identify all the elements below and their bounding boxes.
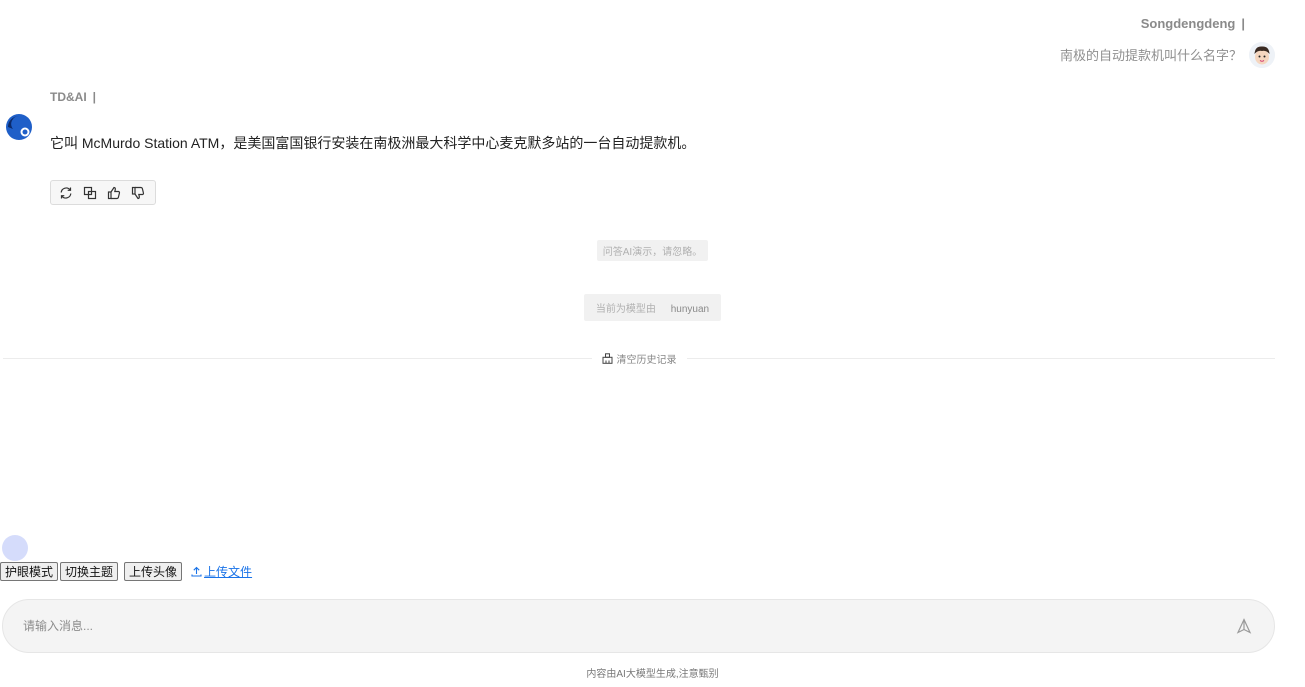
upload-file-link[interactable]: 上传文件	[191, 563, 252, 580]
model-notice-box: 当前为模型由 hunyuan	[583, 294, 722, 321]
ai-avatar	[5, 113, 33, 141]
ai-name-text: TD&AI	[50, 90, 87, 104]
send-icon	[1236, 618, 1252, 634]
model-notice-prefix: 当前为模型由	[589, 297, 662, 318]
user-name: Songdengdeng |	[1141, 16, 1245, 31]
user-question: 南极的自动提款机叫什么名字？	[1059, 49, 1242, 64]
thumbs-up-icon[interactable]	[105, 184, 122, 201]
switch-theme-button[interactable]: 切换主题	[60, 562, 119, 581]
user-name-separator: |	[1241, 16, 1245, 31]
divider-line-right	[686, 357, 1275, 359]
demo-notice: 问答AI演示，请忽略。	[0, 240, 1305, 261]
broom-icon	[602, 352, 612, 364]
user-name-text: Songdengdeng	[1140, 16, 1236, 31]
eye-mode-button[interactable]: 护眼模式	[0, 562, 59, 581]
footer-note: 内容由AI大模型生成,注意甄别	[586, 669, 719, 680]
thumbs-down-icon[interactable]	[129, 184, 146, 201]
divider-line-left	[3, 357, 592, 359]
ai-action-bar	[50, 180, 156, 205]
message-input-box	[2, 599, 1275, 653]
message-input[interactable]	[23, 619, 1234, 633]
clear-history-button[interactable]: 清空历史记录	[592, 351, 687, 366]
status-indicator	[2, 535, 28, 561]
history-divider: 清空历史记录	[3, 350, 1275, 366]
ai-name-separator: |	[92, 90, 97, 104]
model-notice: 当前为模型由 hunyuan	[0, 294, 1305, 321]
demo-notice-text: 问答AI演示，请忽略。	[596, 240, 709, 261]
ai-name: TD&AI |	[50, 90, 96, 104]
user-avatar	[1249, 42, 1275, 68]
model-name: hunyuan	[664, 301, 716, 318]
upload-file-label: 上传文件	[204, 565, 253, 579]
upload-avatar-button[interactable]: 上传头像	[124, 562, 183, 581]
ai-answer: 它叫 McMurdo Station ATM，是美国富国银行安装在南极洲最大科学…	[50, 135, 696, 151]
copy-icon[interactable]	[81, 184, 98, 201]
clear-history-label: 清空历史记录	[616, 354, 677, 366]
refresh-icon[interactable]	[57, 184, 74, 201]
upload-icon	[191, 566, 202, 577]
toolbar: 护眼模式 切换主题 上传头像 上传文件	[0, 562, 252, 581]
send-button[interactable]	[1234, 616, 1254, 636]
